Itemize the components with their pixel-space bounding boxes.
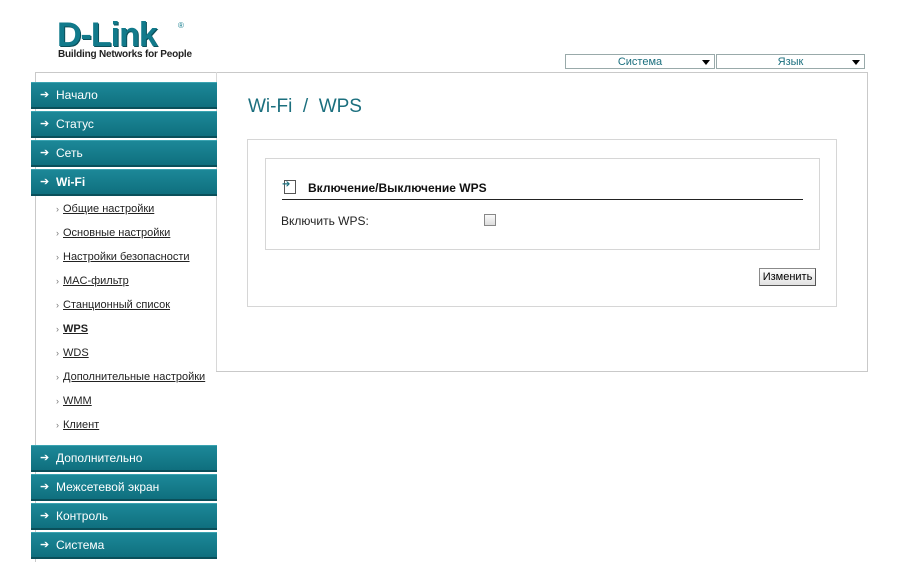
section-title: Включение/Выключение WPS xyxy=(308,181,487,195)
arrow-right-icon: ➔ xyxy=(40,118,50,130)
sidebar-item-network[interactable]: ➔ Сеть xyxy=(31,140,217,167)
arrow-right-icon: ➔ xyxy=(40,481,50,493)
sidebar-item-label: Межсетевой экран xyxy=(56,480,160,494)
arrow-right-icon: ➔ xyxy=(40,452,50,464)
dlink-logo: D-Link ® Building Networks for People xyxy=(57,16,192,62)
sidebar-item-control[interactable]: ➔ Контроль xyxy=(31,503,217,530)
system-menu-label: Система xyxy=(617,56,663,68)
sidebar-subitem-label: Основные настройки xyxy=(63,227,171,239)
logo-registered-mark: ® xyxy=(178,21,184,30)
bullet-icon: › xyxy=(56,228,59,238)
sidebar-subitem-label: WDS xyxy=(63,347,89,359)
sidebar-item-advanced[interactable]: ➔ Дополнительно xyxy=(31,445,217,472)
bullet-icon: › xyxy=(56,372,59,382)
sidebar-subitem-wmm[interactable]: › WMM xyxy=(56,395,92,407)
bullet-icon: › xyxy=(56,324,59,334)
arrow-right-icon: ➔ xyxy=(40,89,50,101)
sidebar-subitem-station-list[interactable]: › Станционный список xyxy=(56,299,170,311)
sidebar-subitem-label: Настройки безопасности xyxy=(63,251,190,263)
content-border-bottom xyxy=(216,371,868,372)
arrow-right-icon: ➔ xyxy=(40,147,50,159)
sidebar-subitem-label: Клиент xyxy=(63,419,100,431)
sidebar-subitem-client[interactable]: › Клиент xyxy=(56,419,99,431)
chevron-down-icon xyxy=(852,60,860,65)
sidebar-subitem-basic-settings[interactable]: › Основные настройки xyxy=(56,227,170,239)
sidebar-item-home[interactable]: ➔ Начало xyxy=(31,82,217,109)
bullet-icon: › xyxy=(56,204,59,214)
sidebar-item-wifi[interactable]: ➔ Wi-Fi xyxy=(31,169,217,196)
language-menu-label: Язык xyxy=(777,56,804,68)
sidebar-subitem-general-settings[interactable]: › Общие настройки xyxy=(56,203,154,215)
enable-wps-checkbox[interactable] xyxy=(484,214,496,226)
sidebar-item-label: Wi-Fi xyxy=(56,175,86,189)
arrow-right-icon: ➔ xyxy=(40,510,50,522)
sidebar-subitem-mac-filter[interactable]: › MAC-фильтр xyxy=(56,275,129,287)
logo-brand: D-Link xyxy=(57,16,158,54)
sidebar-item-firewall[interactable]: ➔ Межсетевой экран xyxy=(31,474,217,501)
bullet-icon: › xyxy=(56,348,59,358)
frame-border-top xyxy=(35,72,868,73)
sidebar-item-status[interactable]: ➔ Статус xyxy=(31,111,217,138)
sidebar-subitem-label: WMM xyxy=(63,395,92,407)
logo-tagline: Building Networks for People xyxy=(58,49,192,60)
sidebar-subitem-wps[interactable]: › WPS xyxy=(56,323,88,335)
section-icon xyxy=(282,179,296,194)
sidebar-item-label: Дополнительно xyxy=(56,451,143,465)
sidebar-subitem-label: WPS xyxy=(63,323,89,335)
sidebar-subitem-label: Станционный список xyxy=(63,299,171,311)
sidebar-item-label: Контроль xyxy=(56,509,109,523)
bullet-icon: › xyxy=(56,252,59,262)
wps-section-box xyxy=(265,158,820,250)
sidebar-item-label: Начало xyxy=(56,88,98,102)
arrow-right-icon: ➔ xyxy=(40,176,50,188)
sidebar-item-label: Статус xyxy=(56,117,94,131)
language-menu-dropdown[interactable]: Язык xyxy=(716,54,865,69)
page-title: Wi-Fi / WPS xyxy=(248,96,362,117)
chevron-down-icon xyxy=(702,60,710,65)
sidebar-subitem-label: Общие настройки xyxy=(63,203,155,215)
sidebar-item-label: Система xyxy=(56,538,105,552)
section-divider xyxy=(282,199,803,200)
frame-border-right xyxy=(867,72,868,372)
sidebar-subitem-security-settings[interactable]: › Настройки безопасности xyxy=(56,251,190,263)
sidebar-subitem-label: MAC-фильтр xyxy=(63,275,129,287)
bullet-icon: › xyxy=(56,420,59,430)
sidebar-item-system[interactable]: ➔ Система xyxy=(31,532,217,559)
enable-wps-label: Включить WPS: xyxy=(281,214,369,228)
bullet-icon: › xyxy=(56,300,59,310)
sidebar-subitem-label: Дополнительные настройки xyxy=(63,371,206,383)
change-button[interactable]: Изменить xyxy=(759,268,816,286)
bullet-icon: › xyxy=(56,276,59,286)
sidebar-item-label: Сеть xyxy=(56,146,83,160)
arrow-right-icon: ➔ xyxy=(40,539,50,551)
sidebar-subitem-wds[interactable]: › WDS xyxy=(56,347,89,359)
sidebar-subitem-advanced-settings[interactable]: › Дополнительные настройки xyxy=(56,371,205,383)
bullet-icon: › xyxy=(56,396,59,406)
system-menu-dropdown[interactable]: Система xyxy=(565,54,715,69)
